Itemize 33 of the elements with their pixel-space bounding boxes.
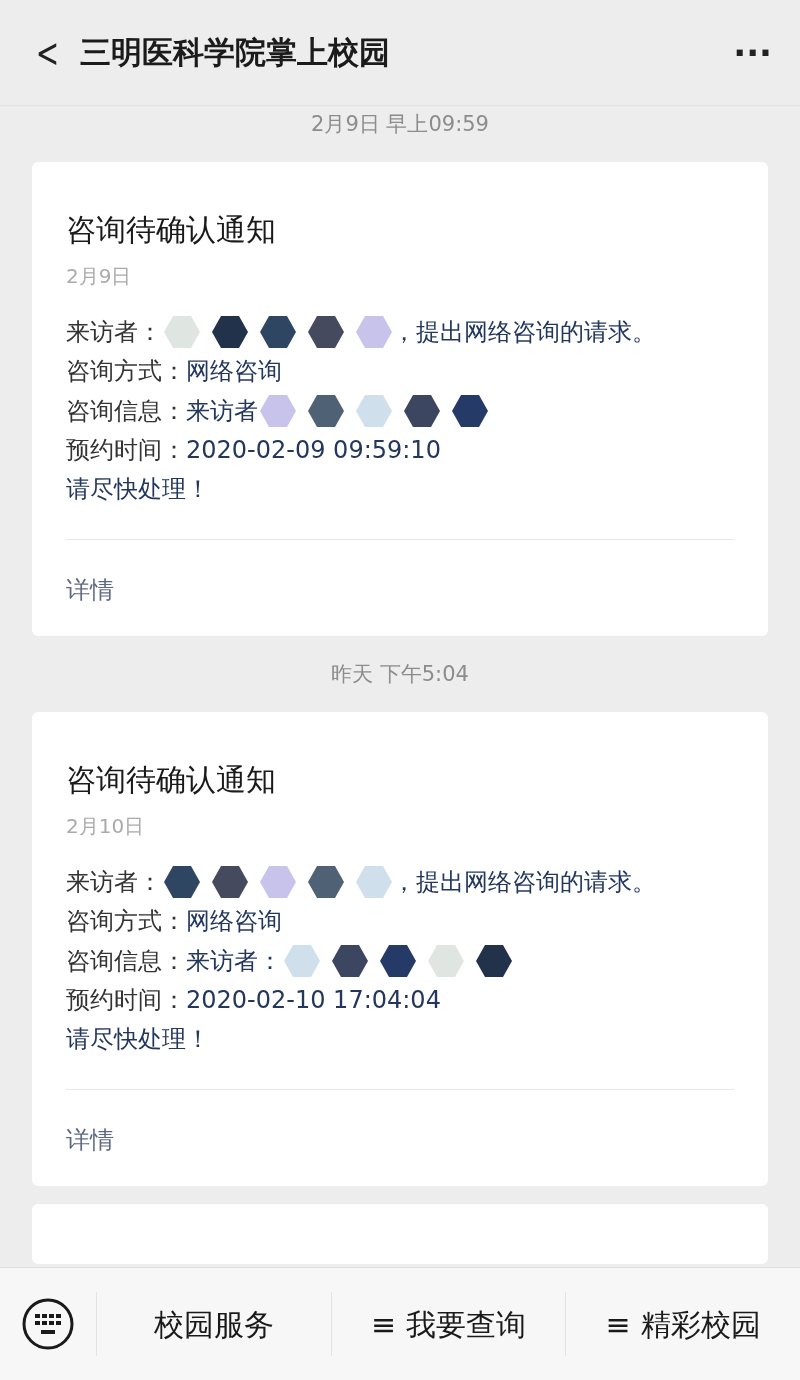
note-text: 请尽快处理！ xyxy=(66,474,211,505)
message-time: 昨天 下午5:04 xyxy=(331,662,469,686)
field-value: 来访者： xyxy=(186,945,282,977)
details-link[interactable]: 详情 xyxy=(66,1090,114,1186)
field-label: 咨询方式： xyxy=(66,906,186,937)
card-date: 2月10日 xyxy=(66,813,146,840)
field-value: 2020-02-09 09:59:10 xyxy=(186,435,441,466)
menu-button[interactable]: ≡ 精彩校园 xyxy=(566,1292,800,1356)
field-value: 网络咨询 xyxy=(186,906,282,937)
window-title: 三明医科学院掌上校园 xyxy=(80,32,391,72)
card-title: 咨询待确认通知 xyxy=(66,211,277,249)
field-label: 咨询信息： xyxy=(66,395,186,427)
field-label: 咨询方式： xyxy=(66,356,186,387)
more-button[interactable]: ··· xyxy=(733,32,772,73)
menu-button[interactable]: ≡ 我要查询 xyxy=(331,1292,567,1356)
field-value: ，提出网络咨询的请求。 xyxy=(392,866,656,898)
note-text: 请尽快处理！ xyxy=(66,1024,211,1055)
field-value: 来访者 xyxy=(186,395,258,427)
message-time: 2月9日 早上09:59 xyxy=(311,112,489,136)
field-value: 网络咨询 xyxy=(186,356,282,387)
card-title: 咨询待确认通知 xyxy=(66,761,277,799)
field-label: 咨询信息： xyxy=(66,945,186,977)
card-date: 2月9日 xyxy=(66,263,133,290)
keyboard-icon[interactable] xyxy=(22,1298,74,1350)
back-button[interactable]: < xyxy=(35,29,73,76)
field-label: 预约时间： xyxy=(66,435,186,466)
field-value: 2020-02-10 17:04:04 xyxy=(186,985,441,1016)
field-label: 预约时间： xyxy=(66,985,186,1016)
details-link[interactable]: 详情 xyxy=(66,540,114,636)
field-label: 来访者： xyxy=(66,316,162,348)
field-value: ，提出网络咨询的请求。 xyxy=(392,316,656,348)
field-label: 来访者： xyxy=(66,866,162,898)
menu-button[interactable]: 校园服务 xyxy=(97,1292,332,1356)
